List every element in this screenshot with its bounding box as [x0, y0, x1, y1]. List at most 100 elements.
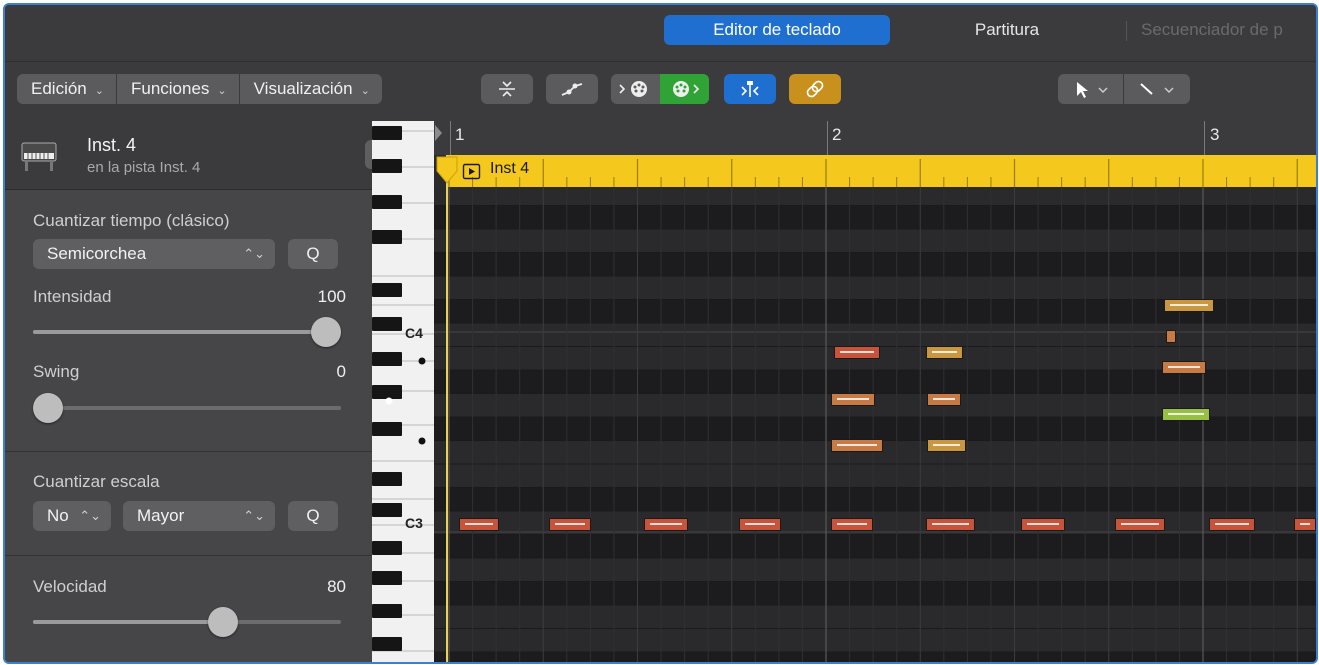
bar-number: 2	[832, 125, 842, 144]
swing-slider[interactable]	[33, 393, 341, 423]
midi-note[interactable]	[831, 518, 873, 531]
black-key	[372, 541, 402, 555]
menu-group: Edición ⌄ Funciones ⌄ Visualización ⌄	[17, 74, 382, 104]
velocity-slider-knob[interactable]	[208, 607, 239, 637]
midi-out-button[interactable]	[611, 74, 659, 104]
pencil-tool-menu[interactable]	[1124, 74, 1190, 104]
editor-tab-bar: Editor de teclado Partitura Secuenciador…	[5, 5, 1316, 61]
bar-marker	[827, 121, 828, 155]
velocity-slider[interactable]	[33, 607, 341, 637]
midi-note[interactable]	[739, 518, 781, 531]
time-quantize-q-button[interactable]: Q	[288, 239, 338, 269]
playhead-handle-icon[interactable]	[434, 155, 460, 185]
midi-note[interactable]	[1021, 518, 1065, 531]
tab-score[interactable]: Partitura	[894, 15, 1120, 45]
midi-note[interactable]	[549, 518, 591, 531]
section-divider	[5, 451, 372, 452]
collapse-icon	[499, 81, 515, 97]
midi-in-icon	[672, 81, 699, 97]
piano-keyboard[interactable]: C4 C3	[372, 121, 434, 662]
functions-menu-label: Funciones	[130, 79, 210, 98]
note-grid[interactable]	[434, 187, 1316, 662]
chevron-down-icon: ⌄	[217, 85, 227, 97]
black-key	[372, 317, 402, 331]
up-down-icon: ⌃⌄	[79, 508, 101, 523]
scale-quantize-q-button[interactable]: Q	[288, 501, 338, 531]
midi-note[interactable]	[1162, 361, 1206, 374]
scale-root-value: No	[47, 506, 69, 525]
midi-note[interactable]	[926, 518, 975, 531]
midi-note[interactable]	[1166, 330, 1176, 343]
scale-root-popup[interactable]: No ⌃⌄	[33, 501, 111, 531]
tool-menus	[1058, 74, 1190, 104]
pointer-tool-menu[interactable]	[1058, 74, 1124, 104]
strength-value: 100	[317, 287, 346, 306]
view-menu-button[interactable]: Visualización ⌄	[240, 74, 382, 104]
catch-playhead-icon	[741, 81, 759, 97]
midi-note[interactable]	[644, 518, 688, 531]
scale-dot	[385, 397, 393, 405]
midi-note[interactable]	[926, 346, 963, 359]
view-menu-label: Visualización	[253, 79, 353, 98]
black-key	[372, 604, 402, 618]
midi-note[interactable]	[1162, 408, 1210, 421]
automation-button[interactable]	[546, 74, 598, 104]
tab-step-sequencer[interactable]: Secuenciador de p	[1127, 15, 1316, 45]
bar-ruler[interactable]: 1 2 3	[434, 121, 1316, 155]
track-name: Inst. 4	[87, 135, 137, 155]
strength-slider-knob[interactable]	[311, 317, 341, 347]
bar-number: 3	[1210, 125, 1220, 144]
region-beat-ticks	[448, 159, 1298, 187]
velocity-slider-fill	[33, 620, 224, 624]
midi-region-header[interactable]: Inst 4	[446, 155, 1316, 187]
time-quantize-value: Semicorchea	[47, 244, 147, 263]
velocity-value: 80	[327, 577, 346, 596]
swing-label: Swing	[33, 362, 80, 381]
midi-note[interactable]	[834, 346, 880, 359]
editor-toolbar: Edición ⌄ Funciones ⌄ Visualización ⌄	[5, 61, 1316, 122]
inspector-panel: Inst. 4 en la pista Inst. 4 Cuantizar ti…	[5, 121, 413, 662]
midi-out-icon	[619, 81, 647, 97]
catch-playhead-button[interactable]	[724, 74, 776, 104]
up-down-icon: ⌃⌄	[243, 508, 265, 523]
midi-note[interactable]	[831, 439, 883, 452]
midi-note[interactable]	[831, 393, 875, 406]
piano-icon	[21, 142, 57, 171]
black-key	[372, 352, 402, 366]
midi-note[interactable]	[1294, 518, 1316, 531]
keyboard-keys[interactable]: C4 C3	[372, 121, 434, 662]
black-key	[372, 159, 402, 173]
swing-slider-knob[interactable]	[33, 393, 63, 423]
midi-note[interactable]	[927, 393, 961, 406]
black-key	[372, 283, 402, 297]
piano-roll-window: Editor de teclado Partitura Secuenciador…	[3, 3, 1318, 664]
c4-label: C4	[405, 325, 423, 341]
bar-number: 1	[455, 125, 465, 144]
collapse-button[interactable]	[481, 74, 533, 104]
edit-menu-label: Edición	[31, 79, 87, 98]
black-key	[372, 503, 402, 517]
functions-menu-button[interactable]: Funciones ⌄	[117, 74, 240, 104]
midi-note[interactable]	[1209, 518, 1255, 531]
midi-note[interactable]	[1115, 518, 1165, 531]
velocity-label: Velocidad	[33, 577, 107, 596]
midi-note[interactable]	[1164, 299, 1214, 312]
edit-menu-button[interactable]: Edición ⌄	[17, 74, 117, 104]
midi-in-button[interactable]	[660, 74, 709, 104]
link-button[interactable]	[789, 74, 841, 104]
download-button[interactable]	[363, 139, 364, 140]
black-key	[372, 195, 402, 209]
swing-value: 0	[336, 362, 346, 381]
tab-piano-roll[interactable]: Editor de teclado	[664, 15, 890, 45]
midi-note[interactable]	[927, 439, 966, 452]
time-quantize-popup[interactable]: Semicorchea ⌃⌄	[33, 239, 275, 269]
time-quantize-label: Cuantizar tiempo (clásico)	[33, 211, 230, 230]
scale-type-popup[interactable]: Mayor ⌃⌄	[123, 501, 275, 531]
pencil-tool-icon	[1140, 83, 1174, 95]
strength-label: Intensidad	[33, 287, 112, 306]
track-header: Inst. 4 en la pista Inst. 4	[5, 121, 413, 190]
midi-note[interactable]	[459, 518, 499, 531]
strength-slider[interactable]	[33, 317, 341, 347]
black-key	[372, 472, 402, 486]
region-play-icon	[462, 163, 481, 180]
